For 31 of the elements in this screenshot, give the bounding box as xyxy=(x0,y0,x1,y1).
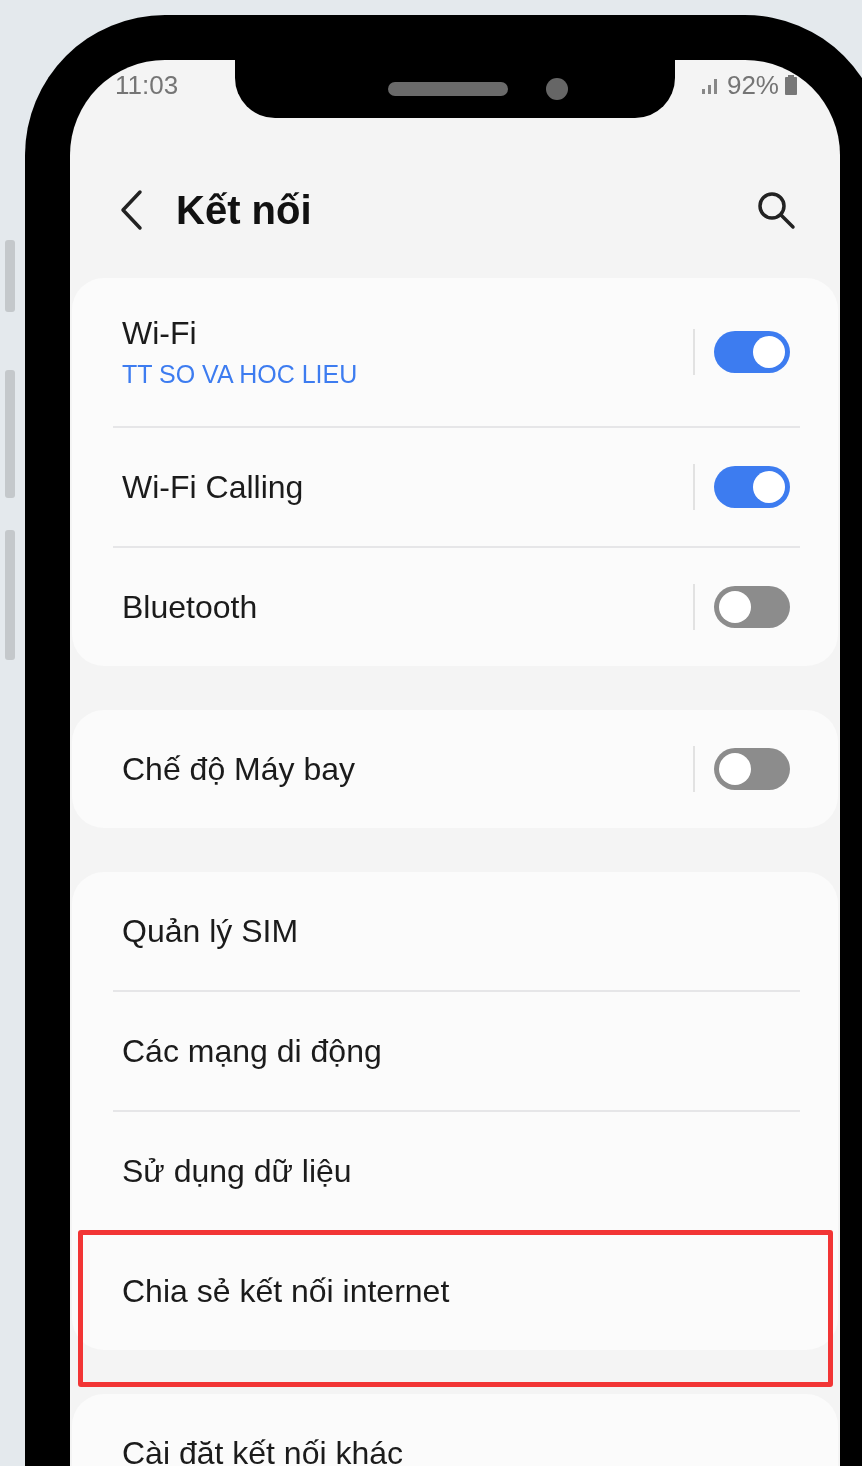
toggle-switch[interactable] xyxy=(714,466,790,508)
status-time: 11:03 xyxy=(115,69,179,101)
settings-row[interactable]: Bluetooth xyxy=(72,548,838,666)
row-label: Các mạng di động xyxy=(122,1032,383,1070)
row-label: Bluetooth xyxy=(122,588,259,626)
settings-row[interactable]: Các mạng di động xyxy=(72,992,838,1110)
battery-icon xyxy=(785,75,797,95)
battery-level: 92% xyxy=(726,69,779,101)
toggle-switch[interactable] xyxy=(714,748,790,790)
back-icon[interactable] xyxy=(118,189,144,231)
toggle-switch[interactable] xyxy=(714,586,790,628)
row-label: Cài đặt kết nối khác xyxy=(122,1434,405,1466)
settings-row[interactable]: Quản lý SIM xyxy=(72,872,838,990)
camera-icon xyxy=(545,78,568,100)
row-label: Chia sẻ kết nối internet xyxy=(122,1272,451,1310)
settings-row[interactable]: Wi-Fi Calling xyxy=(72,428,838,546)
settings-row[interactable]: Chia sẻ kết nối internet xyxy=(72,1232,838,1350)
settings-row[interactable]: Sử dụng dữ liệu xyxy=(72,1112,838,1230)
row-label: Chế độ Máy bay xyxy=(122,750,356,788)
row-label: Sử dụng dữ liệu xyxy=(122,1152,353,1190)
row-subtitle: TT SO VA HOC LIEU xyxy=(122,360,359,389)
settings-row[interactable]: Cài đặt kết nối khác xyxy=(72,1394,838,1466)
search-icon[interactable] xyxy=(756,190,796,230)
settings-row[interactable]: Chế độ Máy bay xyxy=(72,710,838,828)
speaker-icon xyxy=(387,82,508,96)
toggle-switch[interactable] xyxy=(714,331,790,373)
row-label: Quản lý SIM xyxy=(122,912,300,950)
row-label: Wi-Fi Calling xyxy=(122,468,305,506)
row-label: Wi-Fi xyxy=(122,315,198,352)
page-title: Kết nối xyxy=(176,187,313,233)
settings-row[interactable]: Wi-Fi TT SO VA HOC LIEU xyxy=(72,278,838,426)
